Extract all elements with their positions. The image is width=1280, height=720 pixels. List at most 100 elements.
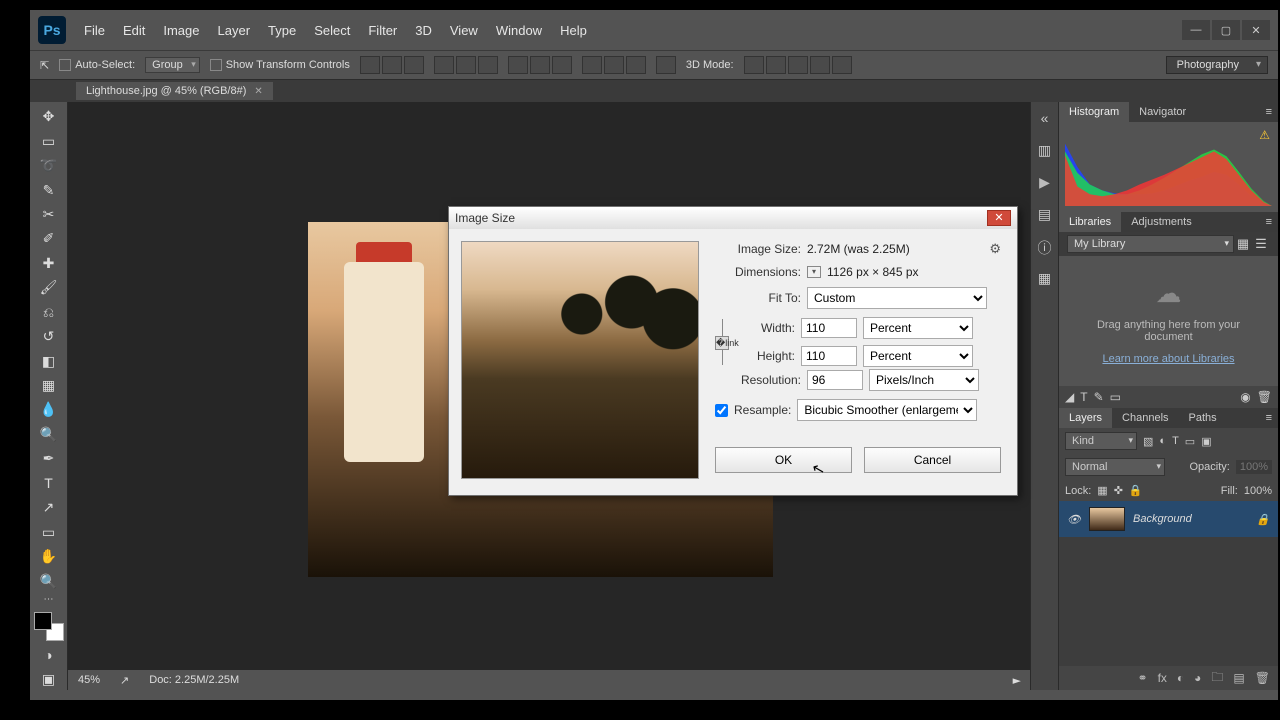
- layer-row[interactable]: 👁 Background 🔒: [1059, 501, 1278, 537]
- filter-adjust-icon[interactable]: ◐: [1159, 435, 1166, 447]
- crop-tool-icon[interactable]: ✂: [36, 204, 62, 225]
- screenmode-icon[interactable]: ▣: [36, 668, 62, 689]
- panel-menu-icon[interactable]: ≡: [1260, 212, 1278, 232]
- layer-visibility-icon[interactable]: 👁: [1067, 513, 1081, 526]
- align-vcenter-icon[interactable]: [456, 56, 476, 74]
- distribute-4-icon[interactable]: [582, 56, 602, 74]
- quickmask-icon[interactable]: ◑: [36, 644, 62, 665]
- tab-adjustments[interactable]: Adjustments: [1121, 212, 1202, 232]
- histogram-warning-icon[interactable]: ⚠: [1259, 128, 1270, 142]
- panel-icon-2[interactable]: ▤: [1036, 206, 1054, 224]
- menu-type[interactable]: Type: [268, 23, 296, 38]
- library-list-icon[interactable]: ☰: [1252, 236, 1270, 252]
- adj-icon-1[interactable]: ◢: [1065, 390, 1074, 404]
- width-unit-dropdown[interactable]: Percent: [863, 317, 973, 339]
- eraser-tool-icon[interactable]: ◧: [36, 350, 62, 371]
- new-layer-icon[interactable]: ▤: [1233, 671, 1244, 685]
- auto-select-dropdown[interactable]: Group: [145, 57, 200, 73]
- menu-layer[interactable]: Layer: [218, 23, 251, 38]
- quick-select-tool-icon[interactable]: ✎: [36, 179, 62, 200]
- collapse-arrow-icon[interactable]: «: [1036, 110, 1054, 128]
- resample-checkbox[interactable]: [715, 404, 728, 417]
- align-hcenter-icon[interactable]: [382, 56, 402, 74]
- layer-filter-dropdown[interactable]: Kind: [1065, 432, 1137, 450]
- dimensions-unit-icon[interactable]: ▾: [807, 266, 821, 278]
- pen-tool-icon[interactable]: ✒: [36, 448, 62, 469]
- new-fill-icon[interactable]: ◕: [1194, 671, 1201, 685]
- lock-pixels-icon[interactable]: ▦: [1097, 484, 1107, 497]
- tab-paths[interactable]: Paths: [1179, 408, 1227, 428]
- height-unit-dropdown[interactable]: Percent: [863, 345, 973, 367]
- close-button[interactable]: ✕: [1242, 20, 1270, 40]
- marquee-tool-icon[interactable]: ▭: [36, 130, 62, 151]
- tab-layers[interactable]: Layers: [1059, 408, 1112, 428]
- panel-play-icon[interactable]: ▶: [1036, 174, 1054, 192]
- cancel-button[interactable]: Cancel: [864, 447, 1001, 473]
- link-dimensions-icon[interactable]: �link: [715, 319, 729, 365]
- workspace-dropdown[interactable]: Photography: [1166, 56, 1268, 74]
- distribute-2-icon[interactable]: [530, 56, 550, 74]
- menu-edit[interactable]: Edit: [123, 23, 145, 38]
- show-transform-checkbox[interactable]: [210, 59, 222, 71]
- link-layers-icon[interactable]: ⚭: [1138, 671, 1148, 685]
- gradient-tool-icon[interactable]: ▦: [36, 375, 62, 396]
- height-input[interactable]: [801, 346, 857, 366]
- mask-icon[interactable]: ◐: [1177, 671, 1184, 685]
- eyedropper-tool-icon[interactable]: ✐: [36, 228, 62, 249]
- panel-icon-1[interactable]: ▥: [1036, 142, 1054, 160]
- lasso-tool-icon[interactable]: ➰: [36, 155, 62, 176]
- distribute-1-icon[interactable]: [508, 56, 528, 74]
- dialog-gear-icon[interactable]: ⚙: [989, 241, 1001, 257]
- menu-3d[interactable]: 3D: [415, 23, 432, 38]
- hand-tool-icon[interactable]: ✋: [36, 546, 62, 567]
- clone-tool-icon[interactable]: ⎌: [36, 302, 62, 323]
- lock-all-icon[interactable]: 🔒: [1129, 484, 1143, 497]
- resolution-unit-dropdown[interactable]: Pixels/Inch: [869, 369, 979, 391]
- zoom-tool-icon[interactable]: 🔍: [36, 570, 62, 591]
- filter-shape-icon[interactable]: ▭: [1185, 435, 1195, 448]
- width-input[interactable]: [801, 318, 857, 338]
- tab-histogram[interactable]: Histogram: [1059, 102, 1129, 122]
- brush-tool-icon[interactable]: 🖌: [36, 277, 62, 298]
- type-tool-icon[interactable]: T: [36, 473, 62, 494]
- 3d-pan-icon[interactable]: [788, 56, 808, 74]
- distribute-5-icon[interactable]: [604, 56, 624, 74]
- zoom-level[interactable]: 45%: [78, 674, 100, 686]
- filter-type-icon[interactable]: T: [1172, 435, 1179, 447]
- dialog-close-button[interactable]: ✕: [987, 210, 1011, 226]
- 3d-roll-icon[interactable]: [766, 56, 786, 74]
- align-bottom-icon[interactable]: [478, 56, 498, 74]
- lock-position-icon[interactable]: ✜: [1114, 484, 1123, 497]
- export-icon[interactable]: ↗: [120, 674, 129, 687]
- menu-select[interactable]: Select: [314, 23, 350, 38]
- fx-icon[interactable]: fx: [1158, 671, 1167, 685]
- move-tool-icon[interactable]: ✥: [36, 106, 62, 127]
- delete-layer-icon[interactable]: 🗑: [1255, 671, 1270, 685]
- minimize-button[interactable]: —: [1182, 20, 1210, 40]
- menu-image[interactable]: Image: [163, 23, 199, 38]
- ok-button[interactable]: OK: [715, 447, 852, 473]
- panel-icon-3[interactable]: ⓘ: [1036, 238, 1054, 256]
- filter-smart-icon[interactable]: ▣: [1201, 435, 1211, 448]
- filter-pixel-icon[interactable]: ▧: [1143, 435, 1153, 448]
- close-tab-icon[interactable]: ✕: [254, 86, 262, 97]
- blur-tool-icon[interactable]: 💧: [36, 399, 62, 420]
- menu-view[interactable]: View: [450, 23, 478, 38]
- align-top-icon[interactable]: [434, 56, 454, 74]
- adj-icon-5[interactable]: ◉: [1240, 390, 1250, 404]
- panel-menu-icon[interactable]: ≡: [1260, 102, 1278, 122]
- tab-libraries[interactable]: Libraries: [1059, 212, 1121, 232]
- align-right-icon[interactable]: [404, 56, 424, 74]
- color-swatch[interactable]: [34, 612, 64, 641]
- adj-trash-icon[interactable]: 🗑: [1257, 390, 1272, 404]
- menu-window[interactable]: Window: [496, 23, 542, 38]
- 3d-orbit-icon[interactable]: [744, 56, 764, 74]
- blend-mode-dropdown[interactable]: Normal: [1065, 458, 1165, 476]
- fit-to-dropdown[interactable]: Custom: [807, 287, 987, 309]
- opacity-value[interactable]: 100%: [1236, 460, 1272, 474]
- library-dropdown[interactable]: My Library: [1067, 235, 1234, 253]
- dodge-tool-icon[interactable]: 🔍: [36, 424, 62, 445]
- align-left-icon[interactable]: [360, 56, 380, 74]
- toolbox-more-icon[interactable]: ⋯: [36, 595, 62, 605]
- new-group-icon[interactable]: 🗀: [1211, 668, 1223, 689]
